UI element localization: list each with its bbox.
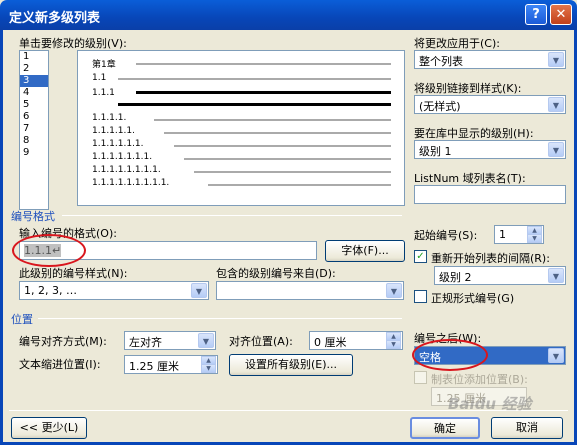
set-all-levels-button[interactable]: 设置所有级别(E)... bbox=[229, 354, 353, 376]
style-label: 此级别的编号样式(N): bbox=[19, 267, 128, 280]
preview-line bbox=[194, 171, 391, 173]
preview-line bbox=[136, 91, 391, 94]
start-at-value: 1 bbox=[499, 228, 506, 241]
position-group-label: 位置 bbox=[11, 313, 33, 326]
preview-row-label: 1.1.1.1.1.1. bbox=[92, 139, 144, 149]
apply-to-value: 整个列表 bbox=[419, 55, 463, 68]
apply-to-label: 将更改应用于(C): bbox=[414, 37, 500, 50]
level-item[interactable]: 9 bbox=[20, 147, 48, 159]
annotation-circle bbox=[12, 234, 86, 267]
align-at-label: 对齐位置(A): bbox=[229, 335, 293, 348]
restart-level-select[interactable]: 级别 2 ▼ bbox=[434, 266, 566, 285]
legal-label: 正规形式编号(G) bbox=[431, 292, 515, 305]
text-indent-label: 文本缩进位置(I): bbox=[19, 358, 101, 371]
preview-line bbox=[174, 145, 391, 147]
preview-row-label: 1.1.1.1. bbox=[92, 113, 127, 123]
restart-checkbox[interactable]: ✓ bbox=[414, 250, 427, 263]
restart-label: 重新开始列表的间隔(R): bbox=[431, 252, 550, 265]
link-style-value: (无样式) bbox=[419, 100, 461, 113]
include-level-select[interactable]: ▼ bbox=[216, 281, 404, 300]
alignment-label: 编号对齐方式(M): bbox=[19, 335, 107, 348]
level-item[interactable]: 4 bbox=[20, 87, 48, 99]
level-list[interactable]: 123456789 bbox=[19, 50, 49, 210]
alignment-value: 左对齐 bbox=[129, 336, 162, 349]
chevron-down-icon[interactable]: ▼ bbox=[198, 333, 214, 348]
level-list-label: 单击要修改的级别(V): bbox=[19, 37, 127, 50]
font-button[interactable]: 字体(F)... bbox=[325, 240, 405, 262]
preview-line bbox=[184, 158, 391, 160]
cancel-button[interactable]: 取消 bbox=[491, 417, 563, 439]
text-indent-input[interactable]: 1.25 厘米 ▲ ▼ bbox=[124, 355, 218, 374]
align-at-input[interactable]: 0 厘米 ▲ ▼ bbox=[309, 331, 403, 350]
preview-line bbox=[118, 103, 391, 106]
link-style-select[interactable]: (无样式) ▼ bbox=[414, 95, 566, 114]
legal-checkbox[interactable] bbox=[414, 290, 427, 303]
listnum-input[interactable] bbox=[414, 185, 566, 204]
check-icon: ✓ bbox=[416, 251, 425, 262]
text-indent-value: 1.25 厘米 bbox=[129, 360, 179, 373]
number-format-group-label: 编号格式 bbox=[11, 210, 55, 223]
level-item[interactable]: 8 bbox=[20, 135, 48, 147]
preview-line bbox=[154, 119, 391, 121]
preview-line bbox=[164, 132, 391, 134]
preview-row-label: 1.1.1.1.1.1.1.1.1. bbox=[92, 178, 170, 188]
link-style-label: 将级别链接到样式(K): bbox=[414, 82, 522, 95]
level-item[interactable]: 3 bbox=[20, 75, 48, 87]
spin-down-icon[interactable]: ▼ bbox=[201, 364, 216, 373]
tab-stop-label: 制表位添加位置(B): bbox=[431, 373, 528, 386]
level-item[interactable]: 2 bbox=[20, 63, 48, 75]
close-button[interactable]: ✕ bbox=[550, 4, 572, 25]
ok-button[interactable]: 确定 bbox=[410, 417, 480, 439]
apply-to-select[interactable]: 整个列表 ▼ bbox=[414, 50, 566, 69]
preview-row-label: 1.1 bbox=[92, 73, 107, 83]
chevron-down-icon[interactable]: ▼ bbox=[548, 97, 564, 112]
help-button[interactable]: ? bbox=[525, 4, 547, 25]
level-item[interactable]: 7 bbox=[20, 123, 48, 135]
chevron-down-icon[interactable]: ▼ bbox=[548, 268, 564, 283]
gallery-level-label: 要在库中显示的级别(H): bbox=[414, 127, 534, 140]
level-item[interactable]: 1 bbox=[20, 51, 48, 63]
less-button[interactable]: << 更少(L) bbox=[11, 417, 87, 439]
listnum-label: ListNum 域列表名(T): bbox=[414, 172, 526, 185]
start-at-input[interactable]: 1 ▲ ▼ bbox=[494, 225, 544, 244]
chevron-down-icon[interactable]: ▼ bbox=[191, 283, 207, 298]
window-title: 定义新多级列表 bbox=[9, 11, 101, 26]
chevron-down-icon[interactable]: ▼ bbox=[548, 348, 564, 363]
chevron-down-icon[interactable]: ▼ bbox=[386, 283, 402, 298]
spin-down-icon[interactable]: ▼ bbox=[386, 340, 401, 349]
gallery-level-select[interactable]: 级别 1 ▼ bbox=[414, 140, 566, 159]
preview-line bbox=[118, 78, 391, 80]
chevron-down-icon[interactable]: ▼ bbox=[548, 142, 564, 157]
restart-level-value: 级别 2 bbox=[439, 271, 472, 284]
preview-row-label: 1.1.1.1.1.1.1.1. bbox=[92, 165, 161, 175]
style-value: 1, 2, 3, … bbox=[24, 284, 77, 297]
preview-line bbox=[208, 184, 391, 186]
watermark: Baidu 经验 bbox=[448, 395, 532, 413]
numbering-preview: 第1章 1.1 1.1.1 1.1.1.1. 1.1.1.1.1. 1.1.1.1.1.1… bbox=[77, 50, 405, 206]
annotation-circle bbox=[412, 339, 488, 371]
chevron-down-icon[interactable]: ▼ bbox=[548, 52, 564, 67]
start-at-label: 起始编号(S): bbox=[414, 229, 478, 242]
spin-down-icon[interactable]: ▼ bbox=[527, 234, 542, 243]
preview-row-label: 1.1.1.1.1. bbox=[92, 126, 135, 136]
style-select[interactable]: 1, 2, 3, … ▼ bbox=[19, 281, 209, 300]
preview-row-label: 1.1.1 bbox=[92, 88, 115, 98]
alignment-select[interactable]: 左对齐 ▼ bbox=[124, 331, 216, 350]
preview-row-label: 第1章 bbox=[92, 60, 116, 70]
tab-stop-checkbox[interactable] bbox=[414, 371, 427, 384]
group-separator bbox=[62, 215, 402, 216]
level-item[interactable]: 5 bbox=[20, 99, 48, 111]
level-item[interactable]: 6 bbox=[20, 111, 48, 123]
include-level-label: 包含的级别编号来自(D): bbox=[216, 267, 336, 280]
preview-line bbox=[136, 63, 391, 65]
gallery-level-value: 级别 1 bbox=[419, 145, 452, 158]
preview-row-label: 1.1.1.1.1.1.1. bbox=[92, 152, 153, 162]
align-at-value: 0 厘米 bbox=[314, 336, 347, 349]
group-separator bbox=[38, 318, 402, 319]
